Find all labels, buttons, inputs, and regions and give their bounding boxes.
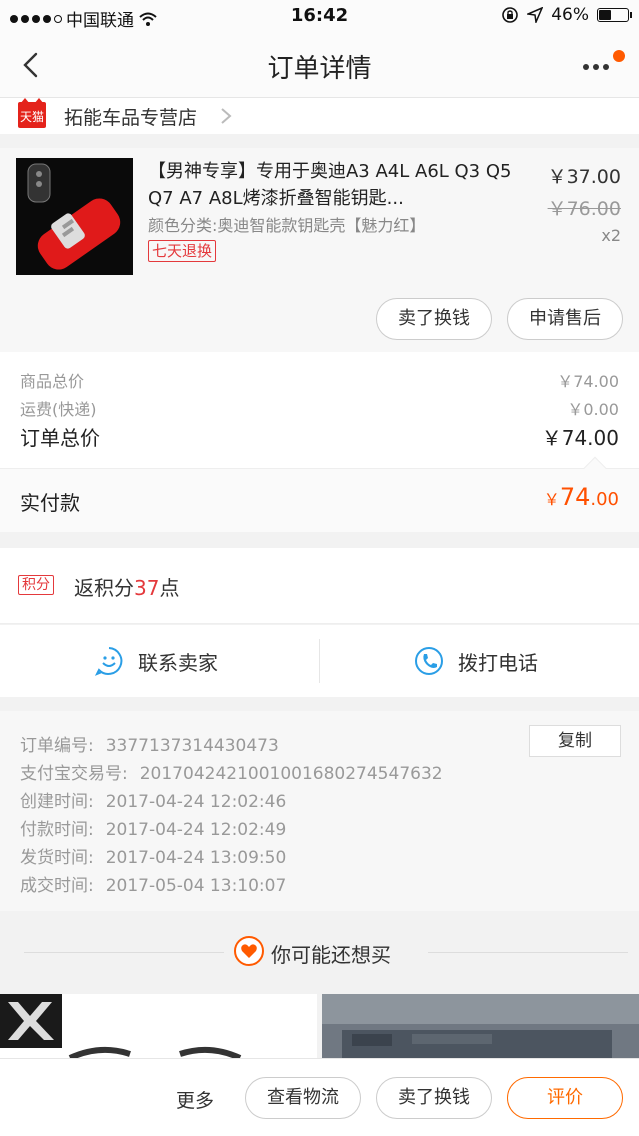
paid-time-row: 付款时间: 2017-04-24 12:02:49	[20, 820, 287, 840]
goods-total-value: ￥74.00	[557, 372, 619, 391]
points-badge: 积分	[18, 575, 54, 595]
goods-total-label: 商品总价	[20, 372, 85, 391]
product-title[interactable]: 【男神专享】专用于奥迪A3 A4L A6L Q3 Q5 Q7 A7 A8L烤漆折…	[148, 158, 518, 212]
order-number-row: 订单编号: 3377137314430473	[20, 736, 279, 756]
more-actions-link[interactable]: 更多	[176, 1086, 214, 1113]
heart-icon	[234, 936, 264, 966]
actual-payment-value: ￥74.00	[543, 483, 619, 511]
location-arrow-icon	[527, 7, 544, 23]
recommend-card[interactable]	[322, 994, 639, 1058]
product-price: ￥37.00	[547, 166, 621, 188]
bottom-action-bar: 更多 查看物流 卖了换钱 评价	[0, 1058, 639, 1136]
review-button[interactable]: 评价	[507, 1077, 623, 1119]
price-summary: 商品总价 ￥74.00 运费(快递) ￥0.00 订单总价 ￥74.00	[0, 352, 639, 468]
battery-icon	[597, 8, 632, 22]
shipping-label: 运费(快递)	[20, 400, 97, 419]
order-total-row: 订单总价 ￥74.00	[20, 422, 619, 450]
product-quantity: x2	[601, 226, 621, 245]
phone-icon	[415, 647, 443, 675]
divider-left	[24, 952, 224, 953]
goods-total-row: 商品总价 ￥74.00	[20, 368, 619, 396]
call-phone-button[interactable]: 拨打电话	[320, 625, 639, 697]
contact-bar: 联系卖家 拨打电话	[0, 625, 639, 697]
completed-time-row: 成交时间: 2017-05-04 13:10:07	[20, 876, 287, 896]
after-sales-button[interactable]: 申请售后	[507, 298, 623, 340]
navigation-bar: 订单详情	[0, 32, 639, 98]
order-number: 3377137314430473	[105, 736, 279, 756]
resell-button[interactable]: 卖了换钱	[376, 298, 492, 340]
created-time-row: 创建时间: 2017-04-24 12:02:46	[20, 792, 287, 812]
brand-logo-icon	[0, 994, 62, 1048]
view-logistics-button[interactable]: 查看物流	[245, 1077, 361, 1119]
recommend-list	[0, 994, 639, 1058]
shipping-value: ￥0.00	[567, 400, 619, 419]
status-right: 46%	[501, 5, 632, 25]
product-original-price: ￥76.00	[547, 198, 621, 220]
more-dots-icon	[583, 64, 589, 70]
alipay-number: 2017042421001001680274547632	[139, 764, 443, 784]
order-total-value: ￥74.00	[541, 426, 619, 450]
actual-payment-label: 实付款	[20, 491, 80, 515]
points-value: 37	[134, 576, 160, 600]
status-bar: 中国联通 16:42 46%	[0, 0, 639, 32]
recommend-card[interactable]	[0, 994, 317, 1058]
lock-rotation-icon	[502, 7, 519, 23]
product-image[interactable]	[16, 158, 133, 275]
copy-button[interactable]: 复制	[529, 725, 621, 757]
product-item[interactable]: 【男神专享】专用于奥迪A3 A4L A6L Q3 Q5 Q7 A7 A8L烤漆折…	[0, 148, 639, 352]
chat-face-icon	[94, 647, 123, 676]
contact-seller-label: 联系卖家	[138, 651, 218, 675]
chevron-right-icon	[221, 108, 232, 124]
shop-name: 拓能车品专营店	[64, 107, 198, 129]
product-variant: 颜色分类:奥迪智能款钥匙壳【魅力红】	[148, 216, 426, 235]
alipay-number-row: 支付宝交易号: 2017042421001001680274547632	[20, 764, 443, 784]
recommend-header: 你可能还想买	[0, 912, 639, 994]
return-policy-tag: 七天退换	[148, 240, 217, 262]
order-info: 订单编号: 3377137314430473 支付宝交易号: 20170424210…	[0, 711, 639, 911]
call-phone-label: 拨打电话	[458, 651, 538, 675]
tmall-badge-icon: 天猫	[18, 98, 46, 128]
recommend-title: 你可能还想买	[271, 943, 391, 967]
resell-bottom-button[interactable]: 卖了换钱	[376, 1077, 492, 1119]
shipped-time-row: 发货时间: 2017-04-24 13:09:50	[20, 848, 287, 868]
shop-row[interactable]: 天猫 拓能车品专营店	[0, 98, 639, 134]
divider-right	[428, 952, 628, 953]
shipping-row: 运费(快递) ￥0.00	[20, 396, 619, 424]
battery-percent: 46%	[551, 5, 589, 25]
notification-badge	[613, 50, 625, 62]
actual-payment-row: 实付款 ￥74.00	[0, 456, 639, 532]
order-total-label: 订单总价	[20, 426, 100, 450]
contact-seller-button[interactable]: 联系卖家	[0, 625, 319, 697]
more-menu-button[interactable]	[581, 50, 625, 80]
points-row: 积分 返积分37点	[0, 548, 639, 624]
points-text: 返积分37点	[74, 576, 180, 600]
page-title: 订单详情	[267, 54, 372, 84]
